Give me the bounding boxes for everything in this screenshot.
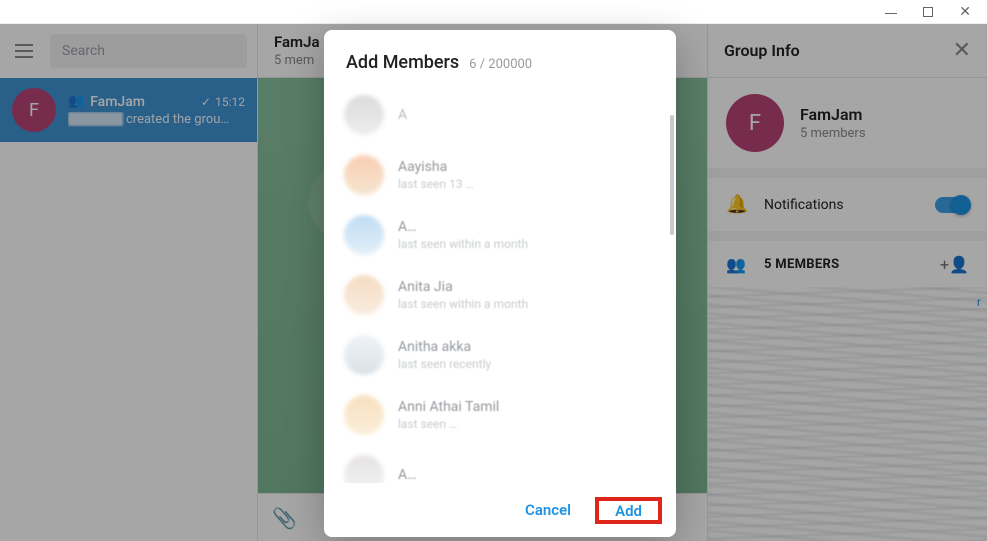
contact-name: A… [398,467,666,483]
add-button[interactable]: Add [599,494,658,528]
contact-name: Aayisha [398,159,666,175]
modal-footer: Cancel Add [324,483,676,537]
modal-count: 6 / 200000 [469,57,532,72]
contact-avatar [344,455,384,483]
contact-status: last seen within a month [398,297,666,311]
contact-status: last seen 13 … [398,177,666,191]
window-minimize-icon[interactable] [885,13,897,14]
contact-name: Anitha akka [398,339,666,355]
contact-name: Anni Athai Tamil [398,399,666,415]
contact-status: last seen … [398,417,666,431]
app-root: Search F 👥 FamJam ✓ 15:12 created the gr… [0,24,987,541]
contact-row[interactable]: A… last seen within a month [338,205,672,265]
contact-avatar [344,395,384,435]
contact-avatar [344,335,384,375]
window-close-icon[interactable]: ✕ [959,5,971,19]
modal-body: A Aayisha last seen 13 … A… last seen wi… [324,79,676,483]
contact-avatar [344,275,384,315]
contact-row[interactable]: Anitha akka last seen recently [338,325,672,385]
window-maximize-icon[interactable] [923,7,933,17]
scrollbar[interactable] [670,115,674,235]
window-titlebar: ✕ [0,0,987,24]
modal-title: Add Members [346,52,459,73]
contact-avatar [344,215,384,255]
contact-row[interactable]: Anni Athai Tamil last seen … [338,385,672,445]
add-members-modal: Add Members 6 / 200000 A Aayisha last se… [324,30,676,537]
contact-name: A… [398,219,666,235]
contact-name: Anita Jia [398,279,666,295]
contact-name: A [398,107,666,123]
contact-row[interactable]: Aayisha last seen 13 … [338,145,672,205]
contact-row[interactable]: Anita Jia last seen within a month [338,265,672,325]
contact-row[interactable]: A… [338,445,672,483]
cancel-button[interactable]: Cancel [511,493,585,527]
contact-avatar [344,155,384,195]
contact-row[interactable]: A [338,85,672,145]
contact-avatar [344,95,384,135]
modal-header: Add Members 6 / 200000 [324,30,676,79]
contact-status: last seen within a month [398,237,666,251]
contact-status: last seen recently [398,357,666,371]
add-button-highlight: Add [595,497,662,524]
